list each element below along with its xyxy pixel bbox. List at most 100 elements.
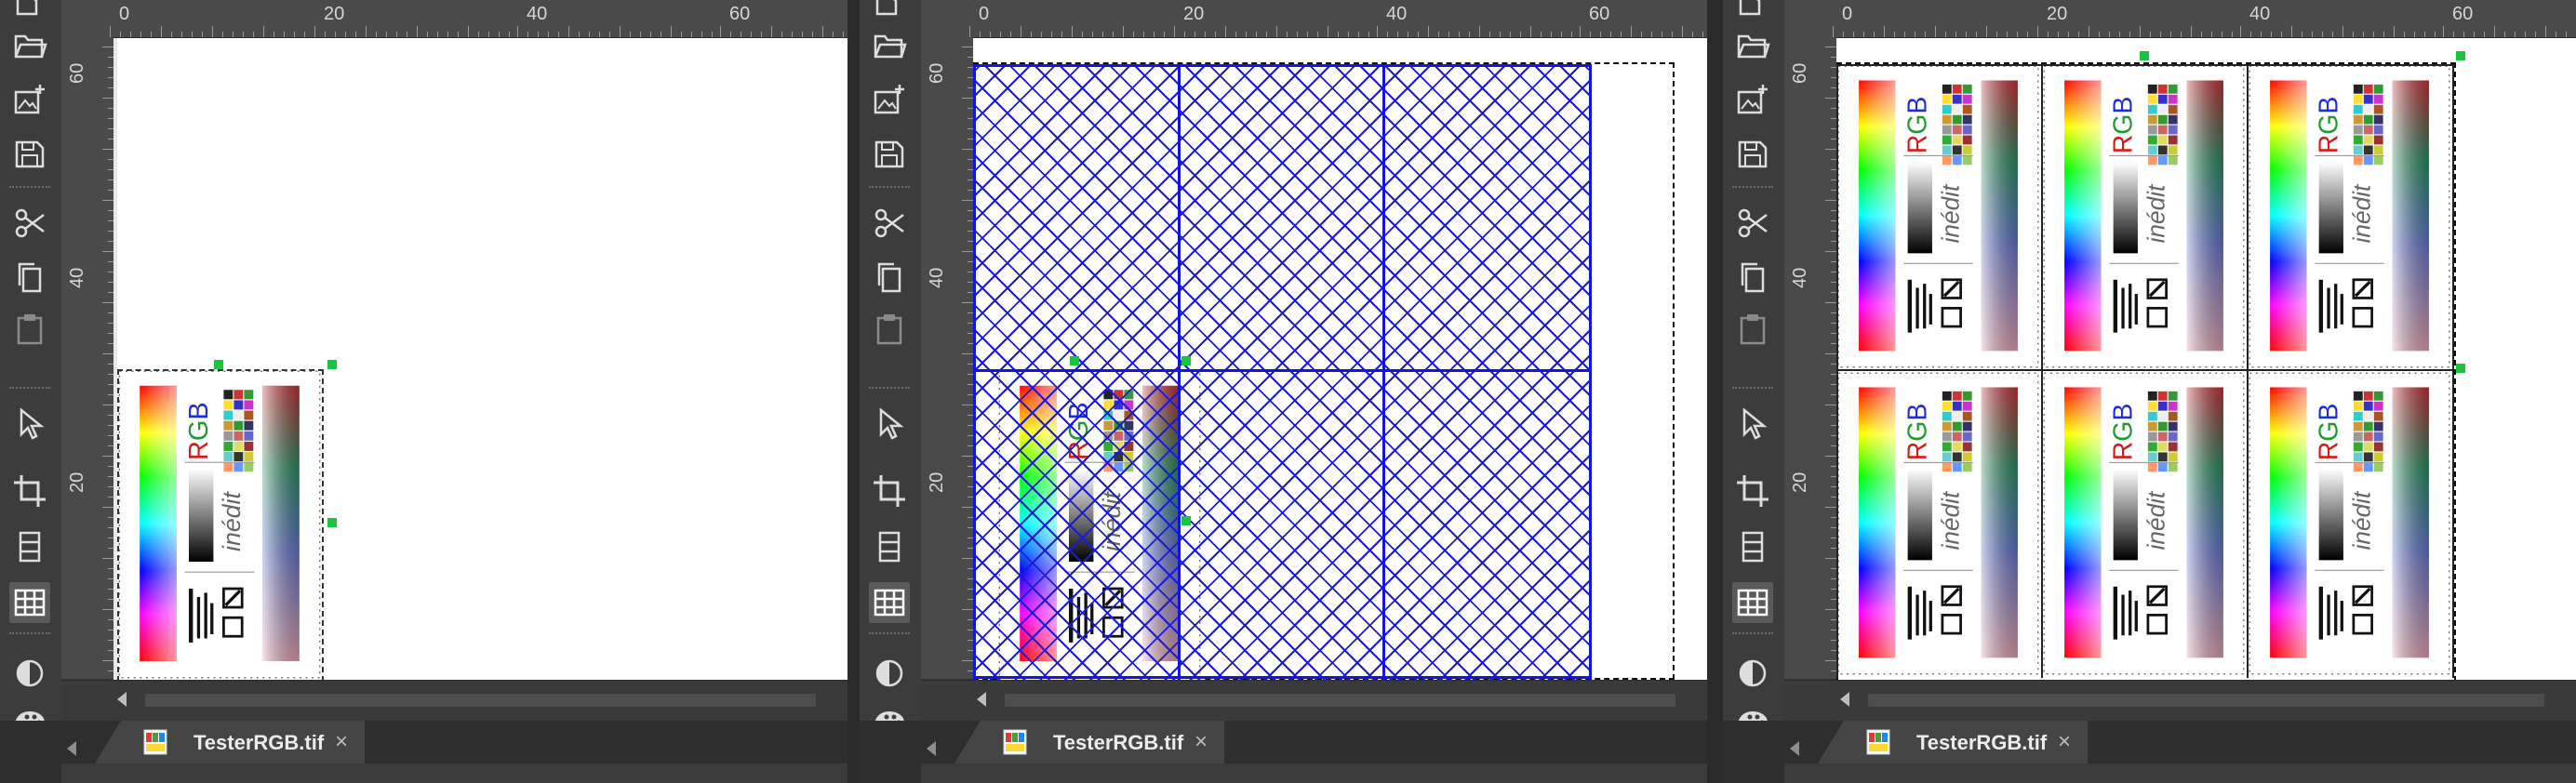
tab-scroll-left-icon[interactable]: [67, 741, 76, 756]
document-tab-filename: TesterRGB.tif: [1916, 731, 2048, 754]
grid-line-vertical: [1589, 64, 1592, 680]
open-folder-icon[interactable]: [1732, 26, 1773, 67]
scrollbar-thumb[interactable]: [1005, 694, 1675, 707]
ruler-tick: [2463, 32, 2464, 37]
select-arrow-icon[interactable]: [9, 404, 50, 445]
ruler-tick: [140, 32, 141, 37]
tab-underline: [1784, 763, 2576, 783]
ruler-tick: [2119, 32, 2120, 37]
save-icon[interactable]: [9, 134, 50, 175]
scroll-left-arrow-icon[interactable]: [977, 692, 986, 707]
document-tab[interactable]: TesterRGB.tif ×: [95, 721, 365, 763]
ruler-tick: [2484, 32, 2485, 37]
ruler-tick: [630, 32, 631, 37]
horizontal-scrollbar[interactable]: [61, 680, 848, 722]
horizontal-scrollbar[interactable]: [921, 680, 1707, 722]
ruler-tick: [1307, 32, 1308, 37]
svg-text:RGB: RGB: [1902, 97, 1932, 154]
ruler-tick: [1651, 32, 1652, 37]
ruler-tick: [1297, 32, 1298, 37]
crop-icon[interactable]: [9, 471, 50, 511]
ruler-tick: [355, 32, 356, 37]
scroll-left-arrow-icon[interactable]: [1840, 692, 1849, 707]
grid-icon[interactable]: [869, 582, 910, 623]
clipboard-icon[interactable]: [869, 309, 910, 350]
ruler-tick: [1561, 32, 1562, 37]
scrollbar-thumb[interactable]: [145, 694, 816, 707]
copy-icon[interactable]: [9, 257, 50, 298]
close-tab-icon[interactable]: ×: [2058, 729, 2071, 755]
tif-file-icon: [1001, 728, 1029, 756]
crop-icon[interactable]: [1732, 471, 1773, 511]
scrollbar-thumb[interactable]: [1868, 694, 2544, 707]
color-drop-icon[interactable]: [1732, 653, 1773, 694]
new-document-icon[interactable]: [869, 0, 910, 24]
tab-scroll-left-icon[interactable]: [927, 741, 936, 756]
ruler-tick: [386, 32, 387, 37]
document-tab[interactable]: TesterRGB.tif ×: [954, 721, 1224, 763]
panel-1: cm 0204060 6040200 RGB: [0, 0, 848, 783]
ruler-tick: [2170, 32, 2171, 37]
tile-grid-hatch: [973, 64, 1592, 680]
save-icon[interactable]: [1732, 134, 1773, 175]
open-folder-icon[interactable]: [869, 26, 910, 67]
ruler-tick: [171, 32, 172, 37]
ruler-left-label: 40: [927, 267, 947, 288]
svg-text:inédit: inédit: [2347, 183, 2375, 243]
select-arrow-icon[interactable]: [869, 404, 910, 445]
ruler-tick: [1143, 32, 1144, 37]
grid-line-horizontal: [973, 369, 1592, 372]
document-tabbar: TesterRGB.tif ×: [1723, 721, 2576, 783]
crop-icon[interactable]: [869, 471, 910, 511]
tile-rgb-r: R: [1902, 135, 1932, 154]
ruler-tick: [1825, 558, 1836, 559]
color-drop-icon[interactable]: [869, 653, 910, 694]
color-drop-icon[interactable]: [9, 653, 50, 694]
new-document-icon[interactable]: [9, 0, 50, 24]
tab-scroll-left-icon[interactable]: [1790, 741, 1799, 756]
ruler-tick: [366, 26, 367, 37]
grid-icon[interactable]: [9, 582, 50, 623]
ruler-tick: [1164, 32, 1165, 37]
canvas-area[interactable]: RGB inédit: [1836, 38, 2576, 680]
copy-icon[interactable]: [869, 257, 910, 298]
import-image-icon[interactable]: [869, 80, 910, 121]
ruler-tick: [962, 660, 973, 661]
scissors-icon[interactable]: [869, 203, 910, 244]
canvas-area[interactable]: RGB inédit: [113, 38, 848, 680]
ruler-tick: [962, 302, 973, 303]
new-document-icon[interactable]: [1732, 0, 1773, 24]
svg-text:RGB: RGB: [2314, 97, 2343, 154]
document-tab[interactable]: TesterRGB.tif ×: [1818, 721, 2088, 763]
columns-icon[interactable]: [1732, 526, 1773, 567]
select-arrow-icon[interactable]: [1732, 404, 1773, 445]
ruler-tick: [458, 32, 459, 37]
import-image-icon[interactable]: [9, 80, 50, 121]
ruler-tick: [263, 26, 264, 37]
save-icon[interactable]: [869, 134, 910, 175]
ruler-tick: [1825, 507, 1836, 508]
close-tab-icon[interactable]: ×: [335, 729, 348, 755]
ruler-tick: [212, 26, 213, 37]
canvas-area[interactable]: RGB inédit: [973, 38, 1707, 680]
ruler-tick: [478, 32, 479, 37]
ruler-tick: [1825, 46, 1836, 47]
ruler-tick: [650, 32, 651, 37]
columns-icon[interactable]: [869, 526, 910, 567]
import-image-icon[interactable]: [1732, 80, 1773, 121]
columns-icon[interactable]: [9, 526, 50, 567]
scissors-icon[interactable]: [9, 203, 50, 244]
clipboard-icon[interactable]: [1732, 309, 1773, 350]
ruler-tick: [1154, 32, 1155, 37]
scissors-icon[interactable]: [1732, 203, 1773, 244]
copy-icon[interactable]: [1732, 257, 1773, 298]
horizontal-scrollbar[interactable]: [1784, 680, 2576, 722]
clipboard-icon[interactable]: [9, 309, 50, 350]
ruler-tick: [102, 558, 113, 559]
close-tab-icon[interactable]: ×: [1195, 729, 1208, 755]
horizontal-ruler: 0 20 40 60: [1784, 0, 2576, 38]
open-folder-icon[interactable]: [9, 26, 50, 67]
ruler-tick: [2271, 32, 2272, 37]
grid-icon[interactable]: [1732, 582, 1773, 623]
scroll-left-arrow-icon[interactable]: [117, 692, 127, 707]
